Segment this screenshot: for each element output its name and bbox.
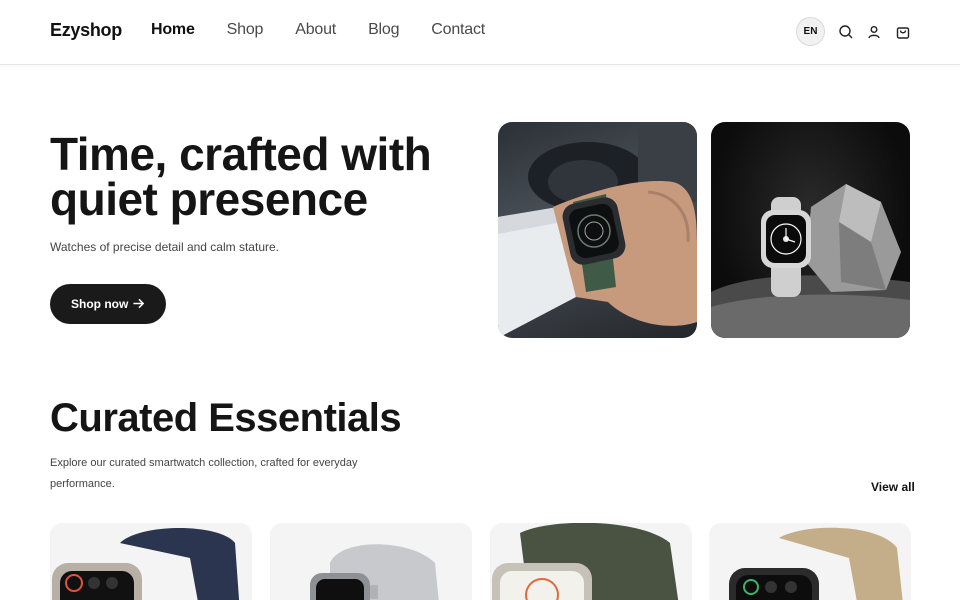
nav-home[interactable]: Home [151,21,195,39]
product-card[interactable] [270,523,472,600]
hero-image-wrist-watch [498,122,697,338]
logo[interactable]: Ezyshop [50,20,122,41]
language-switcher[interactable]: EN [796,17,825,46]
arrow-right-icon [133,298,145,309]
shop-now-button[interactable]: Shop now [50,284,166,324]
shop-now-label: Shop now [71,297,129,311]
cart-icon[interactable] [895,24,911,40]
user-icon[interactable] [866,24,882,40]
product-card[interactable] [709,523,911,600]
nav-about[interactable]: About [295,21,336,39]
nav-shop[interactable]: Shop [227,21,264,39]
search-icon[interactable] [838,24,854,40]
nav-contact[interactable]: Contact [431,21,485,39]
product-image [492,523,679,600]
product-card[interactable] [490,523,692,600]
nav-blog[interactable]: Blog [368,21,399,39]
product-image [310,544,439,600]
hero-subtitle: Watches of precise detail and calm statu… [50,240,279,254]
hero-title: Time, crafted with quiet presence [50,128,432,225]
product-image [52,528,240,600]
main-nav: Home Shop About Blog Contact [151,21,517,39]
hero-image-watch-rock [711,122,910,338]
view-all-link[interactable]: View all [871,480,915,494]
product-image [729,527,903,600]
product-card[interactable] [50,523,252,600]
section-description: Explore our curated smartwatch collectio… [50,457,358,490]
site-header: Ezyshop Home Shop About Blog Contact EN [0,0,960,65]
section-title: Curated Essentials [50,396,402,440]
